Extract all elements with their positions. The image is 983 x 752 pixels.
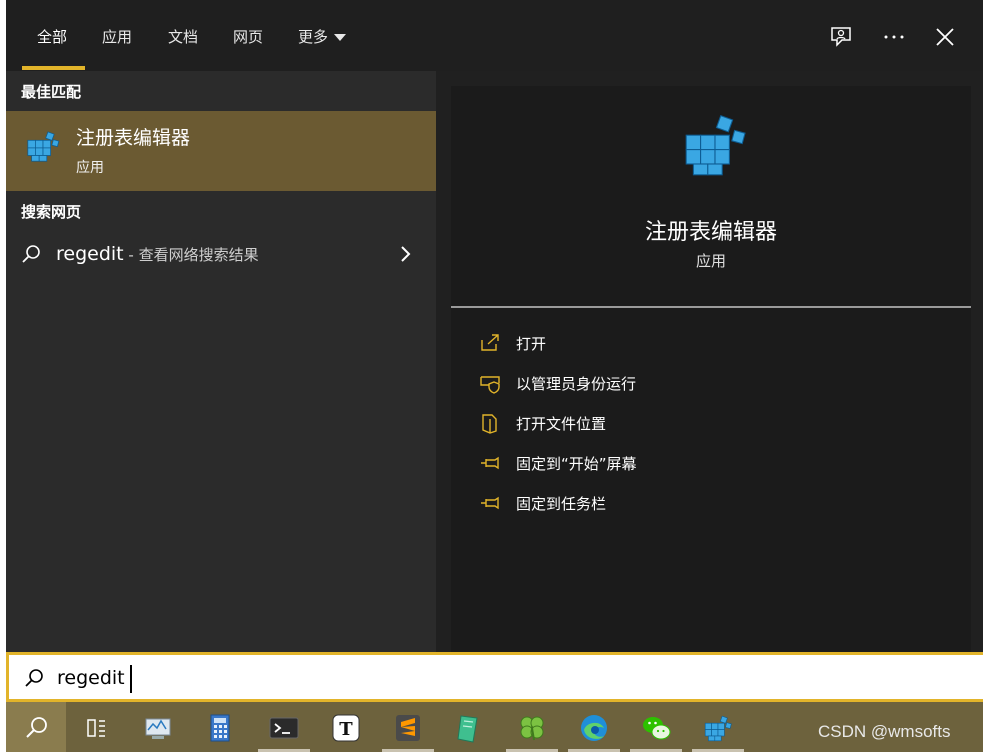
results-pane: 最佳匹配 注册表编辑器 应用 搜索网页 regedit - 查看网络搜索结果 [6, 71, 436, 652]
file-location-icon [482, 414, 497, 434]
action-label: 打开 [516, 335, 547, 353]
open-icon [481, 334, 499, 351]
notebook-icon [457, 715, 478, 743]
web-search-heading: 搜索网页 [21, 203, 82, 221]
registry-editor-icon [685, 114, 746, 176]
web-search-suffix: - 查看网络搜索结果 [123, 246, 259, 264]
more-options-icon[interactable] [881, 24, 907, 50]
feedback-icon[interactable] [828, 24, 854, 50]
search-icon [25, 669, 43, 687]
action-label: 打开文件位置 [516, 415, 607, 433]
web-search-query: regedit [56, 243, 124, 265]
chevron-down-icon [334, 34, 347, 41]
top-bar: 全部 应用 文档 网页 更多 [6, 0, 983, 71]
tab-documents[interactable]: 文档 [168, 26, 198, 48]
divider [451, 306, 971, 308]
terminal-icon [269, 717, 299, 739]
preview-title: 注册表编辑器 [644, 220, 777, 245]
sublime-text-icon [396, 715, 420, 741]
typora-icon: T [332, 714, 360, 742]
taskbar-app[interactable] [378, 702, 438, 752]
taskbar-app[interactable]: T [316, 702, 376, 752]
taskbar-task-view[interactable] [66, 702, 126, 752]
taskbar-app[interactable] [688, 702, 748, 752]
taskbar-app[interactable] [502, 702, 562, 752]
registry-editor-icon [27, 131, 60, 162]
action-label: 固定到任务栏 [516, 495, 607, 513]
taskbar-search-button[interactable] [6, 702, 66, 752]
preview-pane: 注册表编辑器 应用 打开 以管理员身份运行 打开文件位置 固定到“开始”屏幕 固… [451, 86, 971, 652]
clover-icon [520, 716, 544, 741]
search-box[interactable] [6, 652, 983, 702]
calculator-icon [210, 714, 230, 742]
text-cursor [130, 665, 132, 693]
preview-subtitle: 应用 [695, 252, 726, 270]
chevron-right-icon[interactable] [398, 245, 412, 263]
action-label: 固定到“开始”屏幕 [516, 455, 637, 473]
pin-icon [481, 456, 499, 470]
web-search-result[interactable]: regedit - 查看网络搜索结果 [6, 231, 436, 277]
performance-monitor-icon [145, 718, 171, 739]
shield-icon [480, 376, 500, 394]
taskbar-app[interactable] [564, 702, 624, 752]
search-icon [22, 245, 40, 263]
watermark: CSDN @wmsofts [818, 722, 951, 741]
taskbar-app[interactable] [626, 702, 686, 752]
close-icon[interactable] [932, 24, 958, 50]
taskbar-app[interactable] [128, 702, 188, 752]
taskbar-app[interactable] [254, 702, 314, 752]
active-tab-indicator [22, 66, 85, 70]
best-match-title: 注册表编辑器 [76, 127, 191, 149]
registry-editor-icon [704, 715, 732, 742]
taskbar-app[interactable] [440, 702, 500, 752]
svg-text:T: T [339, 719, 353, 740]
taskbar-app[interactable] [190, 702, 250, 752]
tab-all[interactable]: 全部 [37, 26, 67, 48]
pin-icon [481, 496, 499, 510]
best-match-item[interactable]: 注册表编辑器 应用 [6, 111, 436, 191]
search-input[interactable] [57, 662, 857, 694]
edge-icon [581, 715, 607, 741]
wechat-icon [643, 717, 671, 740]
web-search-text: regedit - 查看网络搜索结果 [56, 243, 259, 265]
tab-more-label: 更多 [298, 28, 329, 46]
tab-web[interactable]: 网页 [233, 26, 263, 48]
best-match-heading: 最佳匹配 [21, 83, 82, 101]
search-icon [26, 717, 47, 738]
best-match-subtitle: 应用 [76, 160, 104, 176]
task-view-icon [87, 719, 105, 737]
tab-apps[interactable]: 应用 [102, 26, 132, 48]
tab-more[interactable]: 更多 [298, 26, 347, 48]
action-label: 以管理员身份运行 [516, 375, 637, 393]
